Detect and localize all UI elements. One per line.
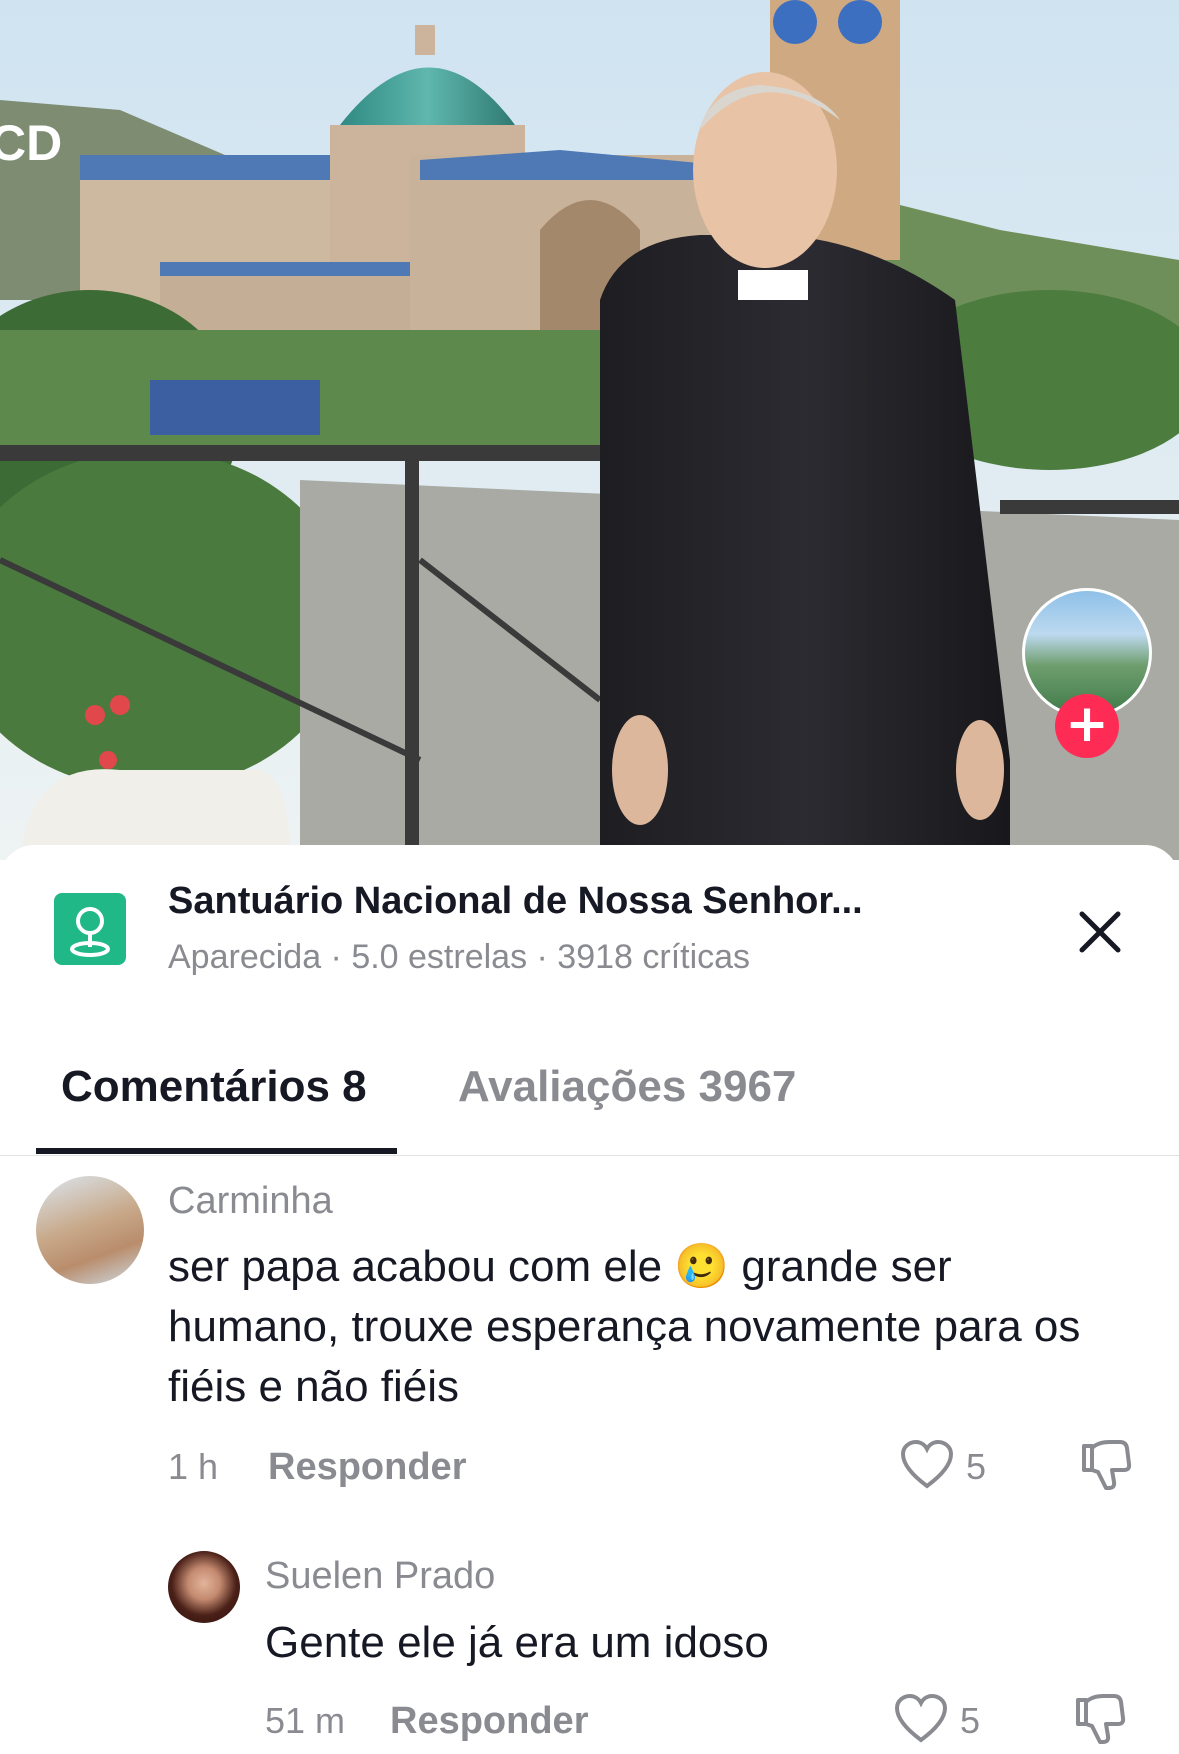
comment-time: 1 h (168, 1446, 219, 1487)
divider (0, 1155, 1179, 1156)
reply-button[interactable]: Responder (390, 1700, 588, 1743)
comment-text-part: ser papa acabou com ele (168, 1242, 675, 1291)
video-frame[interactable]: CD + (0, 0, 1179, 860)
follow-plus-button[interactable]: + (1055, 694, 1119, 758)
comment-text: ser papa acabou com ele 🥲 grande ser hum… (168, 1237, 1108, 1417)
location-title[interactable]: Santuário Nacional de Nossa Senhor... (168, 880, 863, 923)
avatar[interactable] (36, 1176, 144, 1284)
comment-username[interactable]: Suelen Prado (265, 1555, 495, 1598)
map-pin-icon (54, 893, 126, 965)
close-icon[interactable] (1074, 906, 1126, 958)
crying-smile-emoji: 🥲 (674, 1241, 730, 1292)
tab-reviews[interactable]: Avaliações 3967 (458, 1062, 796, 1112)
tab-comments[interactable]: Comentários 8 (61, 1062, 367, 1112)
active-tab-indicator (36, 1148, 397, 1154)
heart-icon[interactable] (894, 1693, 948, 1749)
reply-button[interactable]: Responder (268, 1446, 466, 1489)
location-subtitle: Aparecida · 5.0 estrelas · 3918 críticas (168, 938, 751, 976)
comment-username[interactable]: Carminha (168, 1180, 333, 1223)
dislike-icon[interactable] (1080, 1438, 1132, 1497)
like-count: 5 (960, 1700, 981, 1741)
svg-text:CD: CD (0, 115, 62, 171)
avatar[interactable] (168, 1551, 240, 1623)
like-count: 5 (966, 1446, 987, 1487)
heart-icon[interactable] (900, 1439, 954, 1495)
basilica-photo: CD (0, 0, 1179, 860)
comment-text: Gente ele já era um idoso (265, 1618, 769, 1667)
dislike-icon[interactable] (1074, 1692, 1126, 1751)
comment-time: 51 m (265, 1700, 346, 1741)
